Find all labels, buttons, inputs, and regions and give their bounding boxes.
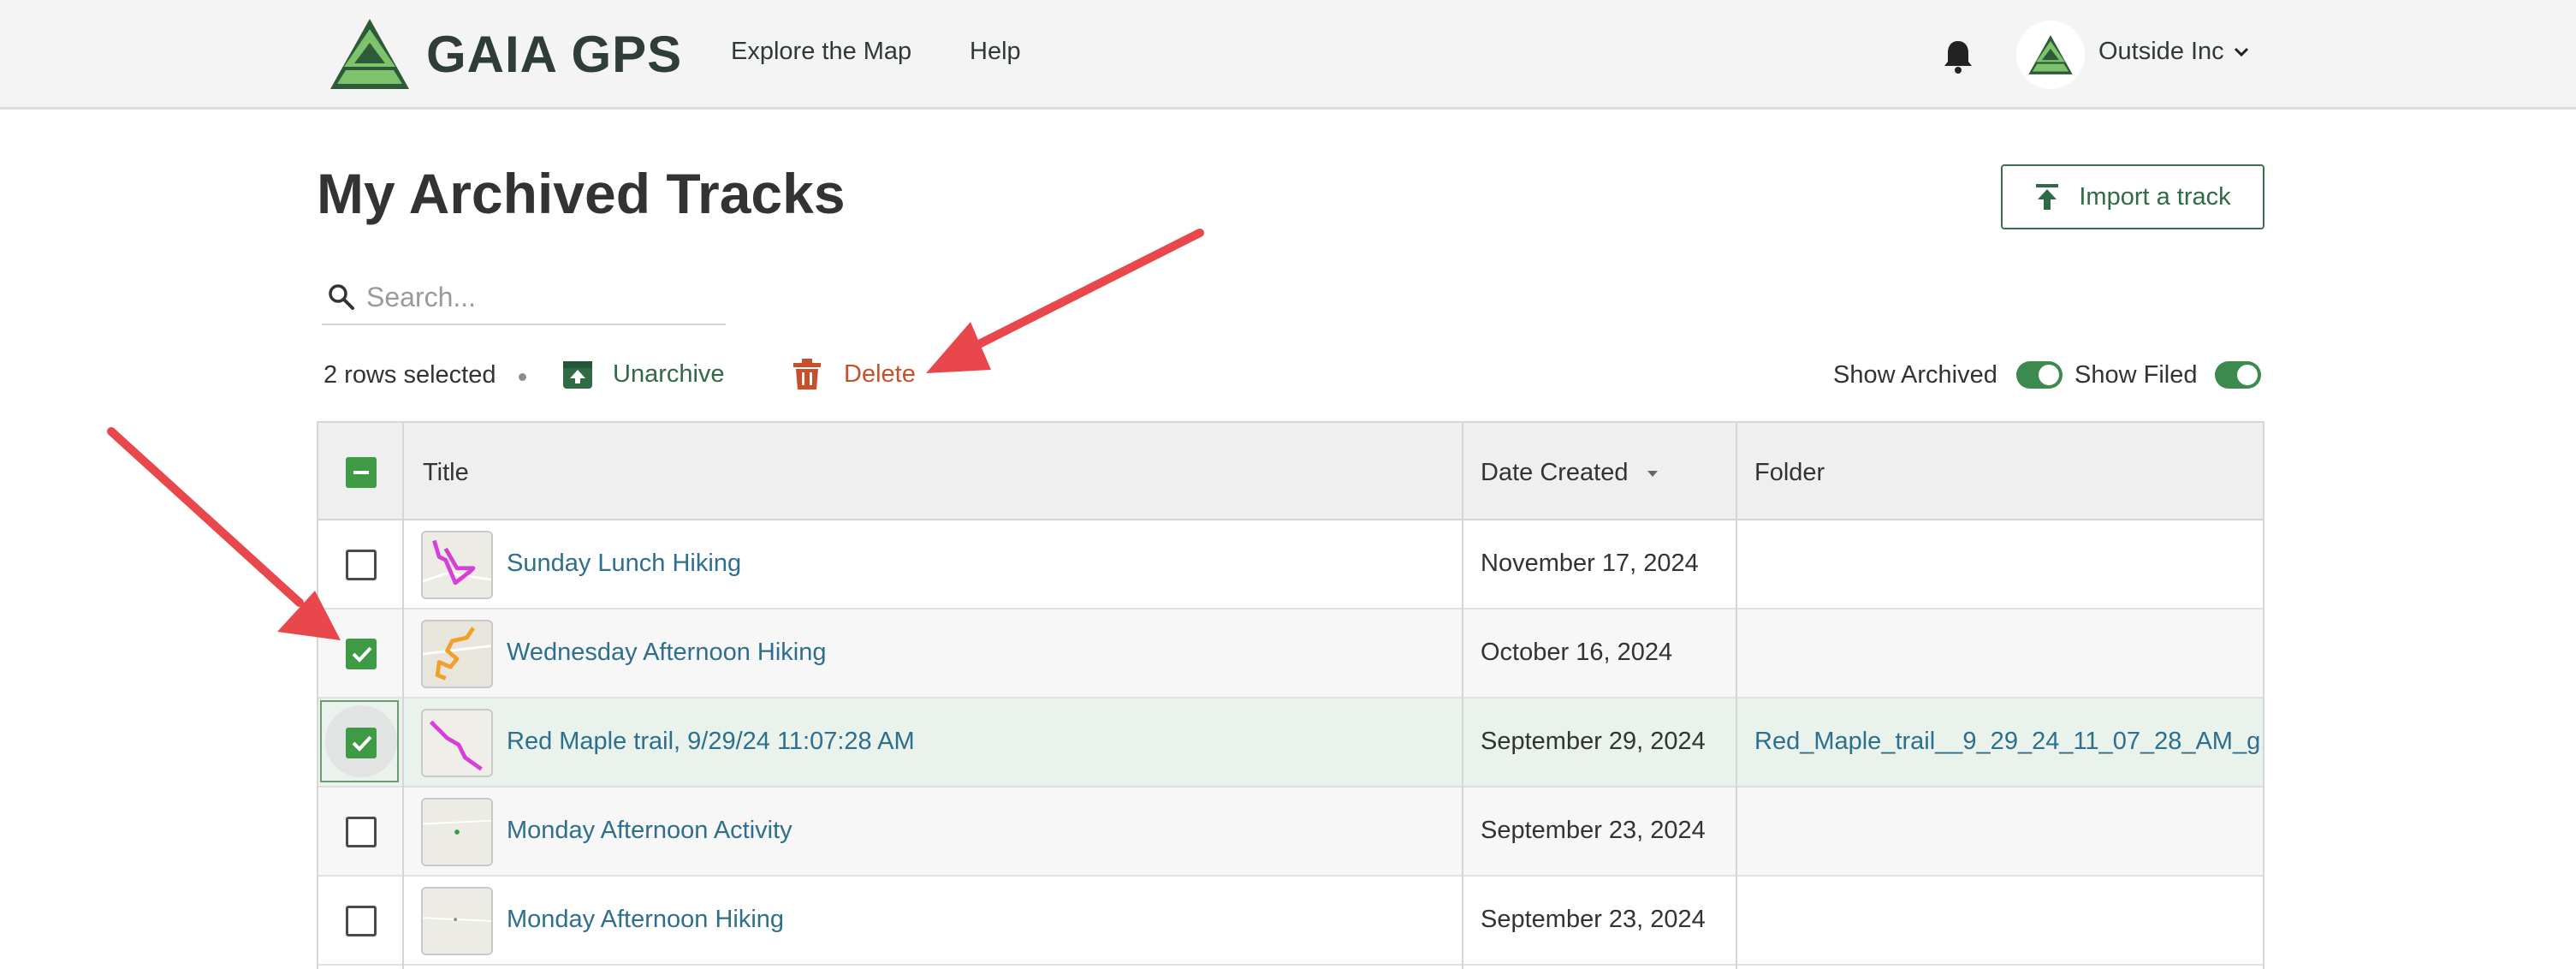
unarchive-icon [563, 361, 592, 389]
track-thumbnail[interactable] [421, 887, 493, 955]
column-header-date-created[interactable]: Date Created [1481, 459, 1659, 487]
column-divider [402, 423, 404, 969]
table-header: Title Date Created Folder [318, 423, 2263, 520]
annotation-arrow-to-delete [926, 229, 1204, 373]
trash-icon [793, 359, 821, 389]
row-checkbox[interactable] [346, 728, 377, 758]
chevron-down-icon [2234, 47, 2248, 56]
nav-explore-the-map[interactable]: Explore the Map [731, 38, 911, 66]
show-filed-toggle[interactable] [2215, 361, 2261, 389]
track-title-link[interactable]: Wednesday Afternoon Hiking [507, 639, 826, 667]
toggle-knob [2039, 365, 2059, 385]
row-checkbox[interactable] [346, 817, 377, 847]
annotation-arrow-to-checkbox [107, 427, 341, 640]
track-folder-link[interactable]: Red_Maple_trail__9_29_24_11_07_28_AM_g..… [1754, 728, 2263, 756]
separator-dot [519, 373, 526, 381]
tracks-table: Title Date Created Folder Sunday Lunch H… [317, 421, 2264, 969]
table-row[interactable]: Monday Afternoon Hiking September 23, 20… [318, 877, 2263, 966]
show-archived-toggle[interactable] [2016, 361, 2063, 389]
track-map-thumbnail [423, 800, 491, 865]
sort-descending-icon [1647, 470, 1658, 477]
track-date: September 23, 2024 [1481, 817, 1706, 844]
track-thumbnail[interactable] [421, 531, 493, 599]
gaia-mountain-logo-icon [330, 19, 409, 89]
search-icon [329, 284, 354, 310]
search-box [322, 270, 726, 325]
track-thumbnail[interactable] [421, 798, 493, 866]
select-all-checkbox[interactable] [346, 457, 377, 488]
nav-help[interactable]: Help [970, 38, 1021, 66]
account-avatar[interactable] [2016, 21, 2085, 89]
track-date: November 17, 2024 [1481, 550, 1699, 577]
rows-selected-count: 2 rows selected [323, 361, 496, 389]
track-thumbnail[interactable] [421, 709, 493, 777]
upload-icon [2036, 184, 2059, 210]
checkmark-icon [352, 646, 372, 663]
row-checkbox[interactable] [346, 550, 377, 580]
track-date: September 29, 2024 [1481, 728, 1706, 755]
import-track-label: Import a track [2079, 182, 2231, 211]
track-map-thumbnail [423, 532, 491, 597]
unarchive-label: Unarchive [613, 360, 725, 388]
top-nav-bar: GAIA GPS Explore the Map Help Outside In… [0, 0, 2576, 110]
track-title-link[interactable]: Sunday Lunch Hiking [507, 550, 741, 578]
row-checkbox[interactable] [346, 639, 377, 669]
gaia-gps-logo[interactable]: GAIA GPS [329, 17, 682, 91]
row-checkbox[interactable] [346, 906, 377, 936]
gaia-mountain-avatar-icon [2028, 35, 2073, 74]
notifications-bell-icon[interactable] [1941, 38, 1975, 75]
delete-label: Delete [844, 360, 916, 388]
brand-name: GAIA GPS [426, 25, 683, 83]
track-date: September 23, 2024 [1481, 906, 1706, 933]
track-map-thumbnail [423, 889, 491, 954]
toggle-knob [2237, 365, 2258, 385]
page-title: My Archived Tracks [317, 162, 846, 225]
table-row[interactable]: Sunday Lunch Hiking November 17, 2024 [318, 520, 2263, 609]
search-input[interactable] [365, 276, 719, 318]
track-map-thumbnail [423, 710, 491, 776]
track-thumbnail[interactable] [421, 620, 493, 688]
account-menu[interactable]: Outside Inc [2098, 38, 2250, 66]
table-row[interactable]: Wednesday Afternoon Hiking October 16, 2… [318, 609, 2263, 699]
track-title-link[interactable]: Red Maple trail, 9/29/24 11:07:28 AM [507, 728, 915, 756]
column-header-title[interactable]: Title [423, 459, 469, 487]
show-filed-label: Show Filed [2074, 361, 2198, 389]
delete-button[interactable]: Delete [792, 358, 916, 390]
table-row[interactable]: Red Maple trail, 9/29/24 11:07:28 AM Sep… [318, 699, 2263, 788]
column-header-date-label: Date Created [1481, 459, 1629, 486]
track-title-link[interactable]: Monday Afternoon Activity [507, 817, 792, 845]
column-divider [1462, 423, 1463, 969]
track-title-link[interactable]: Monday Afternoon Hiking [507, 906, 784, 934]
track-map-thumbnail [423, 621, 491, 687]
indeterminate-icon [353, 471, 369, 474]
table-row[interactable]: Monday Afternoon Activity September 23, … [318, 788, 2263, 877]
column-divider [1736, 423, 1737, 969]
track-date: October 16, 2024 [1481, 639, 1673, 666]
unarchive-button[interactable]: Unarchive [561, 358, 725, 390]
column-header-folder[interactable]: Folder [1754, 459, 1825, 487]
import-track-button[interactable]: Import a track [2001, 164, 2264, 229]
show-archived-label: Show Archived [1833, 361, 1997, 389]
account-name: Outside Inc [2098, 38, 2224, 65]
checkmark-icon [352, 735, 372, 752]
